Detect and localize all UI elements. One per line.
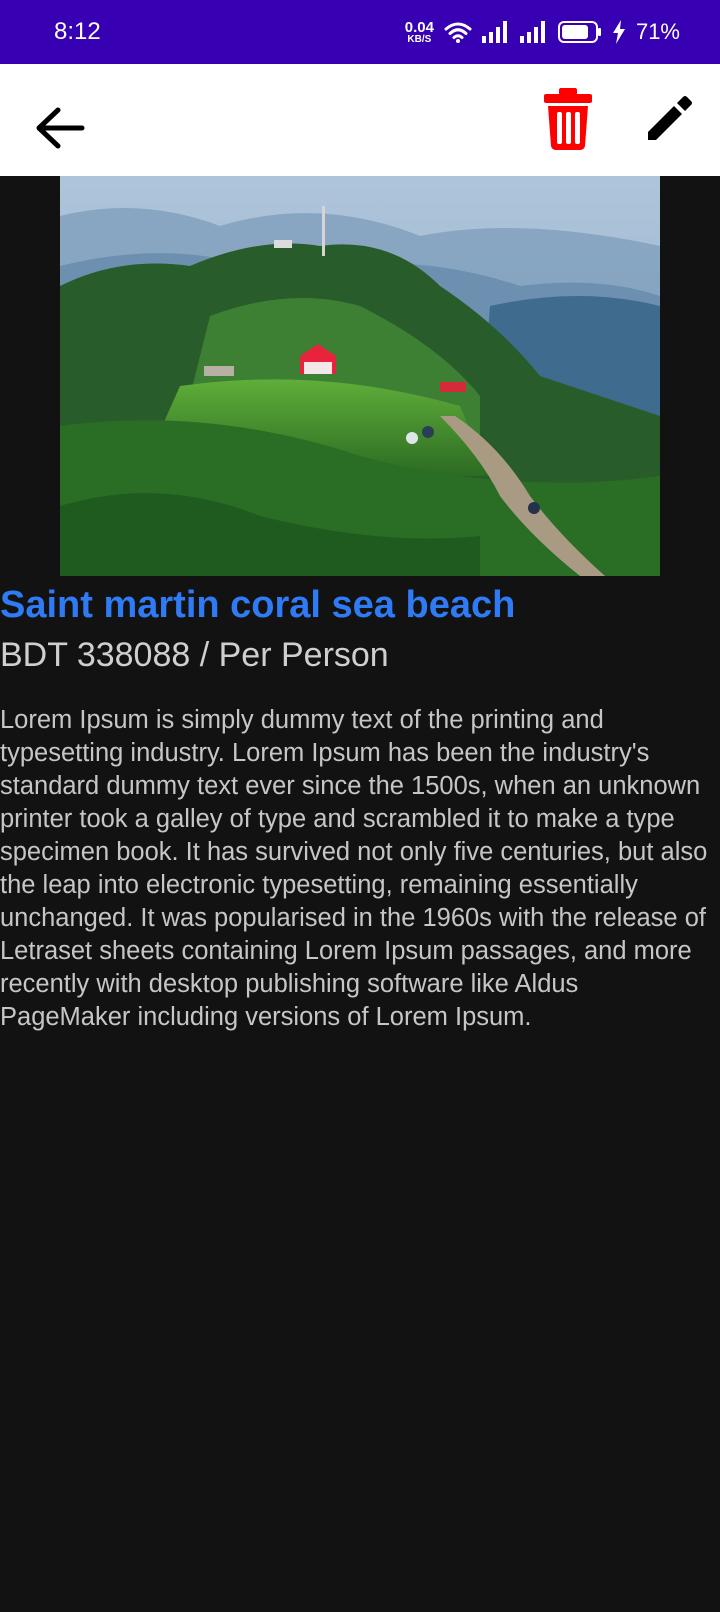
back-button[interactable] (24, 92, 96, 164)
status-bar: 8:12 0.04 KB/S 71% (0, 0, 720, 64)
edit-button[interactable] (632, 80, 708, 156)
app-bar (0, 64, 720, 176)
charging-icon (612, 20, 625, 44)
network-speed-value: 0.04 (404, 18, 434, 36)
network-speed: 0.04 KB/S (405, 20, 434, 45)
battery-percent: 71% (635, 19, 680, 44)
arrow-left-icon (36, 107, 85, 149)
pencil-icon (648, 96, 692, 140)
trash-icon (544, 88, 592, 150)
destination-price: BDT 338088 / Per Person (0, 636, 389, 674)
destination-image (60, 176, 660, 576)
status-indicators: 0.04 KB/S 71% (405, 16, 680, 48)
battery-icon (557, 21, 601, 43)
delete-button[interactable] (530, 74, 606, 164)
signal-icon (519, 21, 545, 43)
destination-description: Lorem Ipsum is simply dummy text of the … (0, 706, 708, 1031)
signal-icon (481, 21, 507, 43)
network-speed-unit: KB/S (407, 33, 432, 45)
status-time: 8:12 (54, 18, 101, 45)
wifi-icon (444, 22, 472, 43)
destination-title: Saint martin coral sea beach (0, 584, 516, 626)
